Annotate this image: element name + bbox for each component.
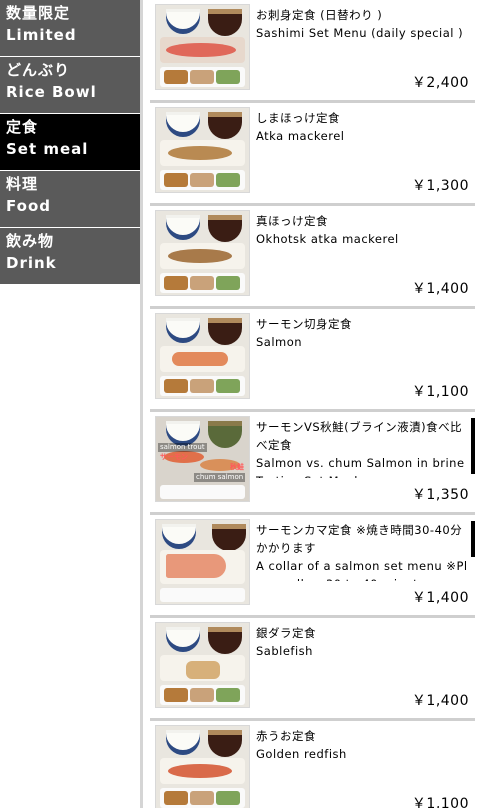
menu-item-description: 銀ダラ定食 Sablefish: [256, 624, 468, 684]
menu-item-sashimi-set[interactable]: お刺身定食 (日替わり ) Sashimi Set Menu (daily sp…: [150, 0, 475, 103]
menu-item-description: 真ほっけ定食 Okhotsk atka mackerel: [256, 212, 468, 272]
menu-item-price: ￥1,300: [411, 178, 469, 194]
menu-item-name-en: Sablefish: [256, 644, 313, 658]
category-label-en: Rice Bowl: [6, 83, 97, 101]
menu-item-price: ￥1,350: [411, 487, 469, 503]
menu-item-description: お刺身定食 (日替わり ) Sashimi Set Menu (daily sp…: [256, 6, 468, 66]
menu-item-name-jp: 赤うお定食: [256, 729, 316, 743]
menu-item-photo: salmon trout サーモン 秋鮭 chum salmon: [155, 416, 250, 502]
menu-item-name-jp: 真ほっけ定食: [256, 214, 328, 228]
category-label-en: Drink: [6, 254, 57, 272]
menu-item-name-en: A collar of a salmon set menu ※Please al…: [256, 559, 468, 581]
menu-item-description: しまほっけ定食 Atka mackerel: [256, 109, 468, 169]
menu-item-photo: [155, 622, 250, 708]
menu-item-name-jp: お刺身定食 (日替わり ): [256, 8, 383, 22]
menu-item-description: サーモンカマ定食 ※焼き時間30-40分かかります A collar of a …: [256, 521, 468, 581]
menu-item-name-en: Salmon: [256, 335, 303, 349]
category-label-jp: 飲み物: [6, 232, 55, 250]
menu-item-name-jp: しまほっけ定食: [256, 111, 340, 125]
category-label-jp: 料理: [6, 175, 39, 193]
category-drink[interactable]: 飲み物 Drink: [0, 228, 140, 285]
sidebar-divider: [140, 0, 143, 808]
menu-item-photo: [155, 210, 250, 296]
menu-item-name-jp: サーモン切身定食: [256, 317, 352, 331]
menu-item-name-en: Salmon vs. chum Salmon in brine Tasting …: [256, 456, 465, 478]
menu-item-salmon-vs-chum[interactable]: salmon trout サーモン 秋鮭 chum salmon サーモンVS秋…: [150, 412, 475, 515]
menu-item-name-en: Sashimi Set Menu (daily special ): [256, 26, 464, 40]
category-label-jp: 定食: [6, 118, 39, 136]
category-label-en: Set meal: [6, 140, 89, 158]
menu-item-golden-redfish[interactable]: 赤うお定食 Golden redfish ￥1,100: [150, 721, 475, 808]
category-limited[interactable]: 数量限定 Limited: [0, 0, 140, 57]
photo-label: 秋鮭: [230, 463, 244, 471]
menu-item-atka-mackerel[interactable]: しまほっけ定食 Atka mackerel ￥1,300: [150, 103, 475, 206]
photo-label: サーモン: [160, 453, 188, 461]
category-sidebar: 数量限定 Limited どんぶり Rice Bowl 定食 Set meal …: [0, 0, 140, 808]
category-label-jp: どんぶり: [6, 61, 71, 79]
menu-item-name-jp: サーモンVS秋鮭(ブライン液漬)食べ比べ定食: [256, 420, 463, 452]
menu-item-price: ￥1,100: [411, 384, 469, 400]
description-scroll-indicator[interactable]: [471, 521, 475, 557]
menu-item-photo: [155, 519, 250, 605]
menu-item-price: ￥1,400: [411, 281, 469, 297]
menu-item-description: サーモンVS秋鮭(ブライン液漬)食べ比べ定食 Salmon vs. chum S…: [256, 418, 468, 478]
photo-label: chum salmon: [194, 473, 246, 482]
menu-item-price: ￥1,400: [411, 693, 469, 709]
menu-item-name-en: Atka mackerel: [256, 129, 345, 143]
menu-item-price: ￥2,400: [411, 75, 469, 91]
category-rice-bowl[interactable]: どんぶり Rice Bowl: [0, 57, 140, 114]
menu-item-sablefish[interactable]: 銀ダラ定食 Sablefish ￥1,400: [150, 618, 475, 721]
menu-item-name-jp: 銀ダラ定食: [256, 626, 316, 640]
menu-item-salmon-collar[interactable]: サーモンカマ定食 ※焼き時間30-40分かかります A collar of a …: [150, 515, 475, 618]
category-label-jp: 数量限定: [6, 4, 71, 22]
menu-item-name-en: Okhotsk atka mackerel: [256, 232, 399, 246]
description-scroll-indicator[interactable]: [471, 418, 475, 474]
category-label-en: Limited: [6, 26, 77, 44]
menu-item-description: サーモン切身定食 Salmon: [256, 315, 468, 375]
menu-item-okhotsk-atka-mackerel[interactable]: 真ほっけ定食 Okhotsk atka mackerel ￥1,400: [150, 206, 475, 309]
category-set-meal[interactable]: 定食 Set meal: [0, 114, 140, 171]
photo-label: salmon trout: [158, 443, 207, 452]
menu-item-name-jp: サーモンカマ定食 ※焼き時間30-40分かかります: [256, 523, 463, 555]
menu-item-photo: [155, 107, 250, 193]
menu-item-description: 赤うお定食 Golden redfish: [256, 727, 468, 787]
menu-item-list: お刺身定食 (日替わり ) Sashimi Set Menu (daily sp…: [150, 0, 475, 808]
menu-item-price: ￥1,100: [411, 796, 469, 808]
menu-item-price: ￥1,400: [411, 590, 469, 606]
category-label-en: Food: [6, 197, 51, 215]
menu-item-photo: [155, 725, 250, 808]
menu-item-photo: [155, 4, 250, 90]
menu-item-salmon[interactable]: サーモン切身定食 Salmon ￥1,100: [150, 309, 475, 412]
menu-item-name-en: Golden redfish: [256, 747, 347, 761]
category-food[interactable]: 料理 Food: [0, 171, 140, 228]
menu-item-photo: [155, 313, 250, 399]
